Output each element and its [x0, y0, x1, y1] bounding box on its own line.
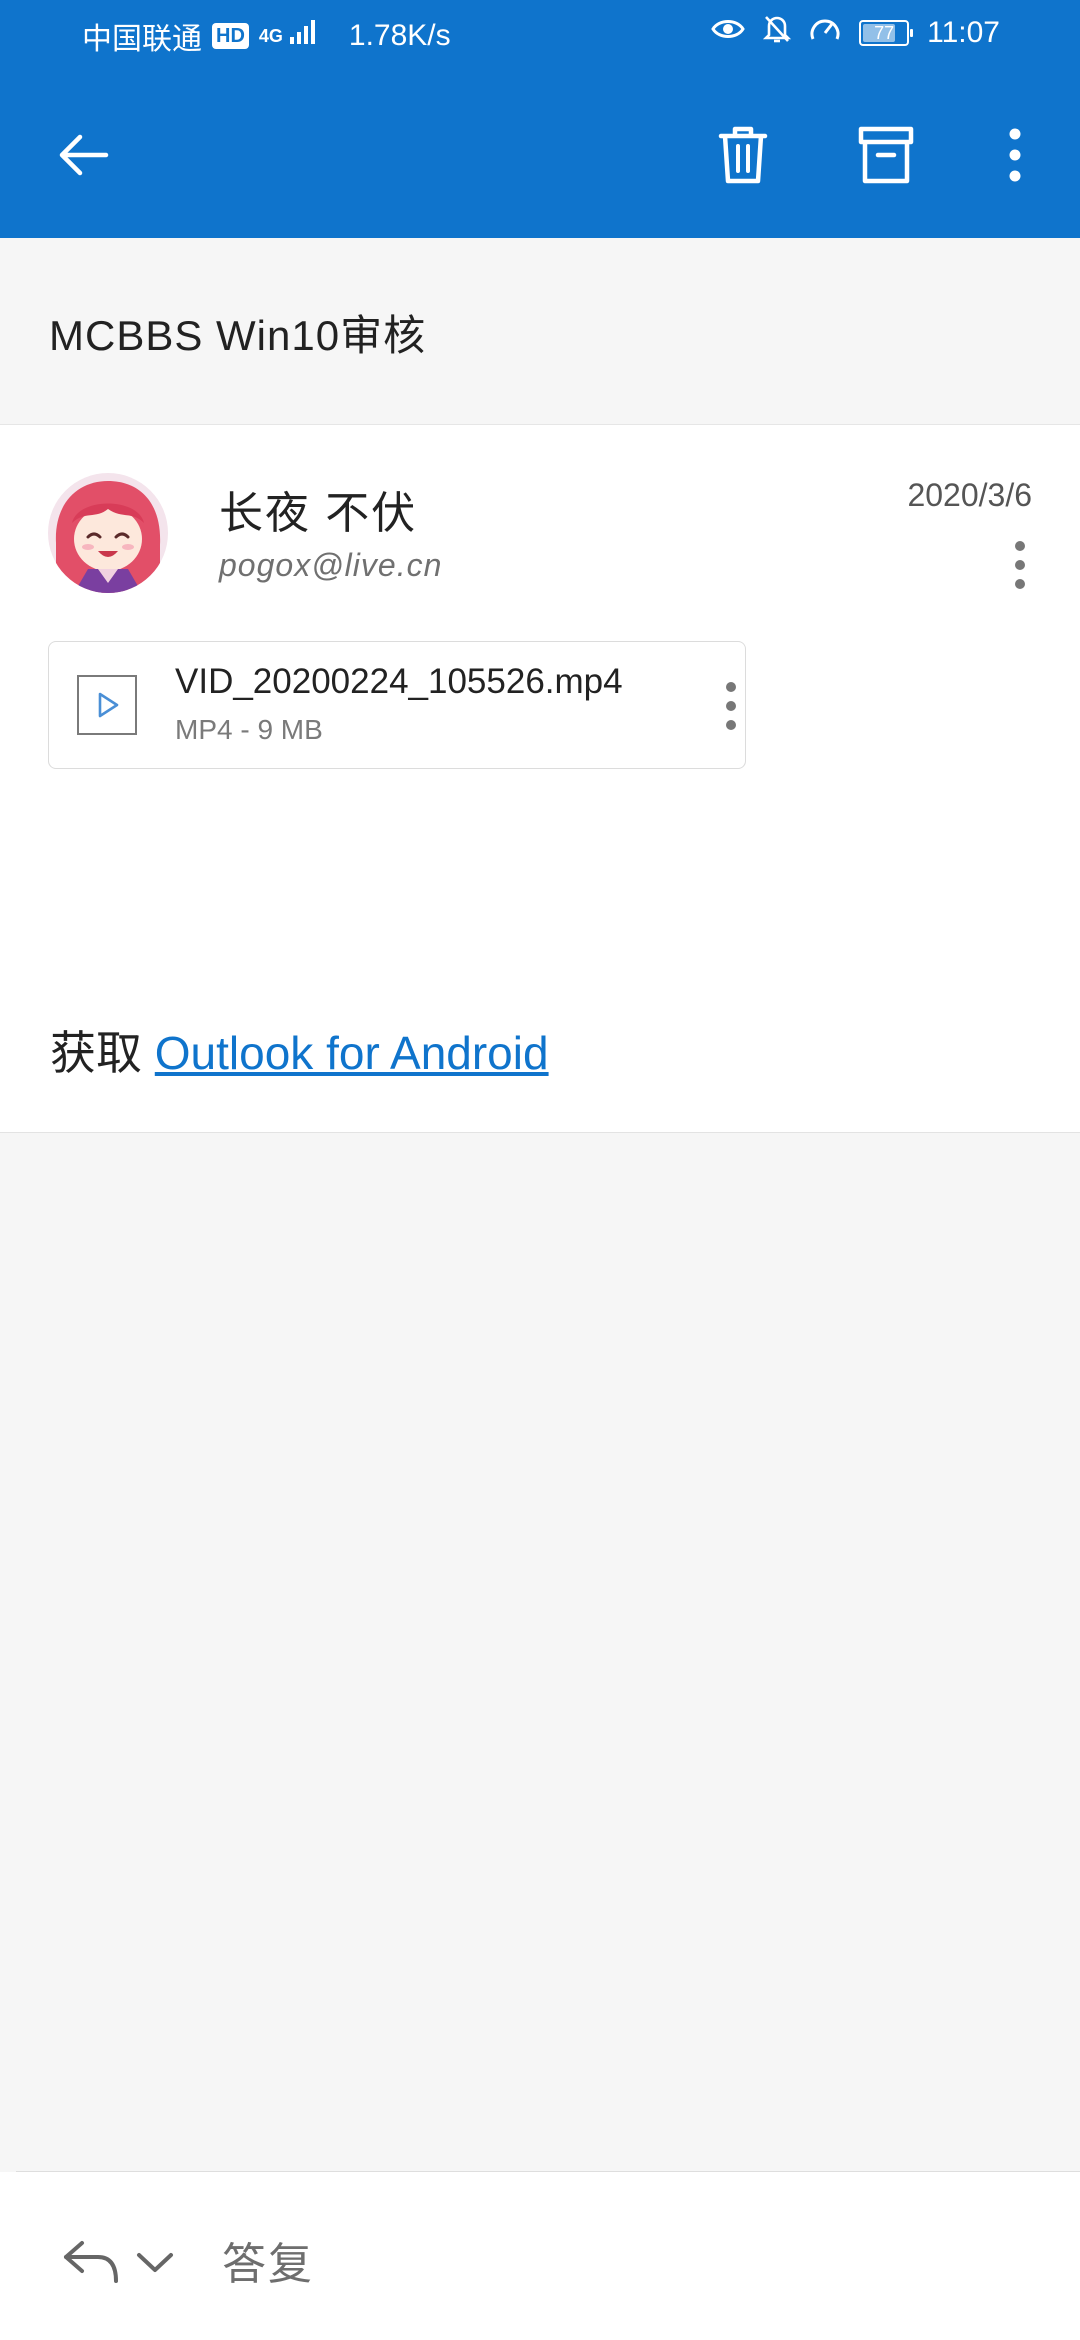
- reply-icon: [64, 2241, 118, 2283]
- subject-area: MCBBS Win10审核: [0, 238, 1080, 425]
- network-type: 4G: [258, 26, 283, 46]
- video-play-icon: [77, 675, 137, 735]
- status-bar: 中国联通 HD 4G 1.78K/s 77 11:07: [0, 0, 1080, 70]
- clock: 11:07: [927, 16, 1000, 49]
- status-right: 77 11:07: [711, 14, 1000, 52]
- app-bar: [0, 100, 1080, 210]
- reply-button[interactable]: [56, 2228, 124, 2296]
- message-card: 长夜 不伏 pogox@live.cn 2020/3/6 VID_2020022…: [0, 425, 1080, 1133]
- outlook-android-link[interactable]: Outlook for Android: [155, 1027, 549, 1079]
- attachment-more-button[interactable]: [719, 664, 743, 748]
- app-header: 中国联通 HD 4G 1.78K/s 77 11:07: [0, 0, 1080, 238]
- more-vertical-icon: [1015, 541, 1025, 589]
- archive-button[interactable]: [836, 100, 936, 210]
- chevron-down-icon: [137, 2253, 173, 2272]
- speed-gauge-icon: [809, 15, 841, 51]
- signal-icon: [289, 19, 315, 53]
- battery-percent: 77: [874, 23, 895, 43]
- attachment-name: VID_20200224_105526.mp4: [175, 662, 623, 701]
- trash-icon: [718, 126, 768, 184]
- attachment-meta: MP4 - 9 MB: [175, 714, 323, 745]
- more-options-button[interactable]: [965, 100, 1065, 210]
- carrier-label: 中国联通: [82, 23, 202, 56]
- body-prefix: 获取: [50, 1027, 155, 1079]
- attachment-card[interactable]: VID_20200224_105526.mp4 MP4 - 9 MB: [48, 641, 746, 769]
- more-vertical-icon: [1009, 128, 1021, 182]
- sender-email: pogox@live.cn: [219, 547, 443, 583]
- message-subject: MCBBS Win10审核: [49, 312, 427, 359]
- eye-icon: [711, 16, 745, 50]
- hd-badge: HD: [212, 23, 249, 49]
- sender-name: 长夜 不伏: [219, 489, 418, 538]
- message-body: 获取 Outlook for Android: [50, 1017, 549, 1083]
- avatar[interactable]: [48, 473, 168, 593]
- more-vertical-icon: [726, 682, 736, 730]
- battery-icon: 77: [859, 20, 914, 46]
- delete-button[interactable]: [693, 100, 793, 210]
- network-speed: 1.78K/s: [348, 19, 451, 52]
- reply-bar: 答复: [0, 2172, 1080, 2340]
- back-button[interactable]: [34, 100, 134, 210]
- arrow-left-icon: [59, 134, 109, 176]
- reply-field[interactable]: 答复: [222, 2228, 314, 2292]
- reply-options-button[interactable]: [130, 2238, 180, 2288]
- archive-icon: [858, 126, 914, 184]
- notifications-off-icon: [763, 14, 792, 52]
- status-left: 中国联通 HD 4G 1.78K/s: [82, 14, 451, 58]
- message-date: 2020/3/6: [907, 477, 1032, 513]
- message-more-button[interactable]: [998, 525, 1042, 605]
- avatar-image: [48, 473, 168, 593]
